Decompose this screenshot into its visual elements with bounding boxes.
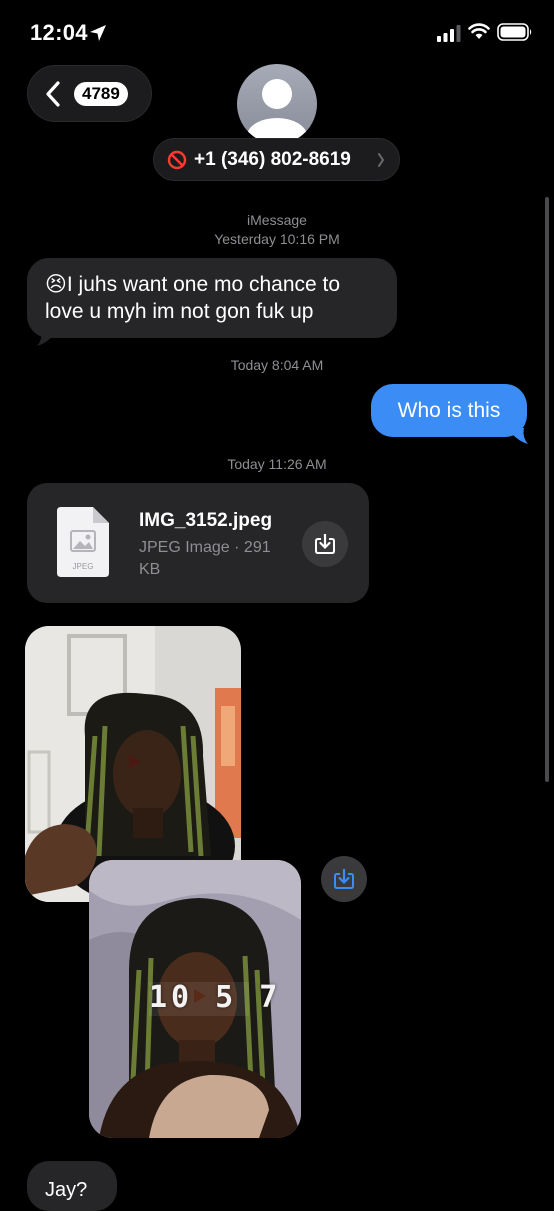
file-meta: JPEG Image · 291 KB (139, 539, 271, 578)
timestamp-today-1: Today 8:04 AM (230, 357, 324, 373)
image-file-icon: JPEG (57, 507, 109, 577)
timestamp-today-2: Today 11:26 AM (227, 456, 327, 472)
contact-details-button[interactable]: +1 (346) 802-8619 (153, 138, 400, 181)
message-text: Who is this (397, 399, 501, 422)
media-download-button[interactable] (321, 856, 367, 902)
back-button[interactable]: 4789 (27, 65, 152, 122)
status-bar: 12:04 (0, 0, 554, 64)
play-icon (194, 989, 206, 1003)
contact-number: +1 (346) 802-8619 (194, 149, 351, 170)
cellular-signal-icon (437, 25, 461, 42)
status-time: 12:04 (30, 20, 88, 45)
blocked-icon (167, 150, 187, 170)
download-icon (315, 534, 335, 554)
unread-count-badge: 4789 (74, 82, 128, 106)
file-thumb-label: JPEG (73, 562, 94, 571)
outgoing-message[interactable]: Who is this (371, 384, 527, 437)
bubble-tail (512, 428, 528, 444)
timestamp-yesterday: Yesterday 10:16 PM (214, 231, 340, 247)
contact-avatar[interactable] (237, 64, 317, 144)
download-icon (334, 869, 354, 889)
video-attachment[interactable]: 10 5 7 (89, 860, 301, 1138)
incoming-message[interactable]: Jay? (27, 1161, 117, 1211)
wifi-icon (468, 23, 490, 39)
service-label: iMessage (247, 212, 307, 228)
bubble-tail (37, 330, 53, 346)
chevron-right-icon (378, 153, 385, 167)
incoming-message[interactable]: 😣I juhs want one mo chance to love u myh… (27, 258, 397, 338)
scroll-indicator[interactable] (545, 197, 549, 782)
message-text: 😣I juhs want one mo chance to love u myh… (45, 273, 341, 323)
play-icon (129, 755, 141, 769)
file-name: IMG_3152.jpeg (139, 510, 273, 531)
person-icon (247, 79, 307, 144)
battery-icon (497, 23, 532, 41)
chevron-left-icon (46, 81, 60, 107)
file-attachment[interactable]: JPEG IMG_3152.jpeg JPEG Image · 291 KB (27, 483, 369, 603)
message-text: Jay? (45, 1179, 88, 1201)
video-overlay-text: 10 5 7 (149, 980, 282, 1015)
location-arrow-icon (90, 25, 106, 41)
download-button[interactable] (302, 521, 348, 567)
